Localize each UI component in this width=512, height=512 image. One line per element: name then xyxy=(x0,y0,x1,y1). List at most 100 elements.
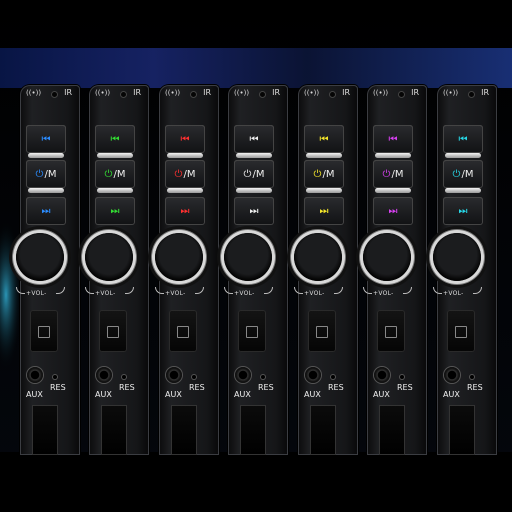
sensor-dot xyxy=(469,92,474,97)
chrome-bar xyxy=(236,188,272,193)
ir-sensor-icon: ((•)) xyxy=(373,89,389,97)
usb-port[interactable] xyxy=(32,405,58,455)
aux-jack[interactable] xyxy=(444,367,460,383)
next-track-button[interactable]: ⏭ xyxy=(234,197,274,225)
sd-card-slot[interactable] xyxy=(169,310,197,352)
stereo-panel: ((•)) IR ⏮ ⏻/M ⏭ +VOL- RES AUX xyxy=(433,85,497,455)
sd-card-slot[interactable] xyxy=(238,310,266,352)
usb-port[interactable] xyxy=(171,405,197,455)
sd-card-slot[interactable] xyxy=(30,310,58,352)
sensor-dot xyxy=(191,92,196,97)
next-track-button[interactable]: ⏭ xyxy=(95,197,135,225)
power-icon: ⏻ xyxy=(313,168,322,180)
next-track-button[interactable]: ⏭ xyxy=(26,197,66,225)
ir-sensor-icon: ((•)) xyxy=(26,89,42,97)
sd-card-icon xyxy=(107,326,119,338)
mode-label: /M xyxy=(113,168,126,180)
next-track-icon: ⏭ xyxy=(388,205,398,217)
aux-jack[interactable] xyxy=(374,367,390,383)
mode-label: /M xyxy=(322,168,335,180)
usb-port[interactable] xyxy=(240,405,266,455)
stereo-panel: ((•)) IR ⏮ ⏻/M ⏭ +VOL- RES AUX xyxy=(155,85,219,455)
aux-jack[interactable] xyxy=(27,367,43,383)
reset-button[interactable] xyxy=(331,375,335,379)
power-mode-button[interactable]: ⏻/M xyxy=(304,160,344,188)
prev-track-button[interactable]: ⏮ xyxy=(304,125,344,153)
sd-card-icon xyxy=(455,326,467,338)
reset-button[interactable] xyxy=(400,375,404,379)
next-track-button[interactable]: ⏭ xyxy=(443,197,483,225)
power-mode-button[interactable]: ⏻/M xyxy=(373,160,413,188)
prev-track-button[interactable]: ⏮ xyxy=(165,125,205,153)
power-mode-button[interactable]: ⏻/M xyxy=(26,160,66,188)
chrome-bar xyxy=(28,188,64,193)
ir-label: IR xyxy=(133,88,141,97)
prev-track-button[interactable]: ⏮ xyxy=(26,125,66,153)
sd-card-slot[interactable] xyxy=(99,310,127,352)
volume-knob[interactable] xyxy=(224,233,272,281)
next-track-icon: ⏭ xyxy=(41,205,51,217)
sd-card-icon xyxy=(38,326,50,338)
power-mode-button[interactable]: ⏻/M xyxy=(443,160,483,188)
volume-label: +VOL- xyxy=(373,290,394,297)
ir-label: IR xyxy=(411,88,419,97)
power-icon: ⏻ xyxy=(452,168,461,180)
chrome-bar xyxy=(97,153,133,158)
power-mode-button[interactable]: ⏻/M xyxy=(165,160,205,188)
ir-label: IR xyxy=(203,88,211,97)
prev-track-icon: ⏮ xyxy=(110,133,120,145)
mode-label: /M xyxy=(44,168,57,180)
volume-knob[interactable] xyxy=(294,233,342,281)
chrome-bar xyxy=(236,153,272,158)
prev-track-icon: ⏮ xyxy=(458,133,468,145)
next-track-button[interactable]: ⏭ xyxy=(373,197,413,225)
sd-card-icon xyxy=(385,326,397,338)
mode-label: /M xyxy=(183,168,196,180)
mode-label: /M xyxy=(461,168,474,180)
ir-sensor-icon: ((•)) xyxy=(95,89,111,97)
volume-label: +VOL- xyxy=(234,290,255,297)
ir-label: IR xyxy=(64,88,72,97)
ir-sensor-icon: ((•)) xyxy=(304,89,320,97)
prev-track-icon: ⏮ xyxy=(41,133,51,145)
aux-label: AUX xyxy=(165,390,182,399)
prev-track-icon: ⏮ xyxy=(319,133,329,145)
sd-card-slot[interactable] xyxy=(308,310,336,352)
aux-jack[interactable] xyxy=(305,367,321,383)
next-track-button[interactable]: ⏭ xyxy=(165,197,205,225)
aux-label: AUX xyxy=(26,390,43,399)
next-track-button[interactable]: ⏭ xyxy=(304,197,344,225)
usb-port[interactable] xyxy=(101,405,127,455)
sd-card-slot[interactable] xyxy=(447,310,475,352)
power-mode-button[interactable]: ⏻/M xyxy=(234,160,274,188)
sd-card-slot[interactable] xyxy=(377,310,405,352)
usb-port[interactable] xyxy=(379,405,405,455)
usb-port[interactable] xyxy=(310,405,336,455)
prev-track-button[interactable]: ⏮ xyxy=(443,125,483,153)
aux-jack[interactable] xyxy=(235,367,251,383)
next-track-icon: ⏭ xyxy=(319,205,329,217)
volume-knob[interactable] xyxy=(433,233,481,281)
reset-button[interactable] xyxy=(122,375,126,379)
aux-jack[interactable] xyxy=(166,367,182,383)
usb-port[interactable] xyxy=(449,405,475,455)
reset-button[interactable] xyxy=(192,375,196,379)
reset-button[interactable] xyxy=(470,375,474,379)
mode-label: /M xyxy=(252,168,265,180)
sd-card-icon xyxy=(177,326,189,338)
volume-knob[interactable] xyxy=(155,233,203,281)
prev-track-button[interactable]: ⏮ xyxy=(373,125,413,153)
stereo-panel: ((•)) IR ⏮ ⏻/M ⏭ +VOL- RES AUX xyxy=(85,85,149,455)
reset-button[interactable] xyxy=(53,375,57,379)
aux-jack[interactable] xyxy=(96,367,112,383)
reset-button[interactable] xyxy=(261,375,265,379)
volume-knob[interactable] xyxy=(363,233,411,281)
next-track-icon: ⏭ xyxy=(110,205,120,217)
prev-track-button[interactable]: ⏮ xyxy=(95,125,135,153)
sensor-dot xyxy=(330,92,335,97)
volume-knob[interactable] xyxy=(16,233,64,281)
prev-track-button[interactable]: ⏮ xyxy=(234,125,274,153)
panel-top-row: ((•)) IR xyxy=(234,88,282,100)
volume-knob[interactable] xyxy=(85,233,133,281)
power-mode-button[interactable]: ⏻/M xyxy=(95,160,135,188)
